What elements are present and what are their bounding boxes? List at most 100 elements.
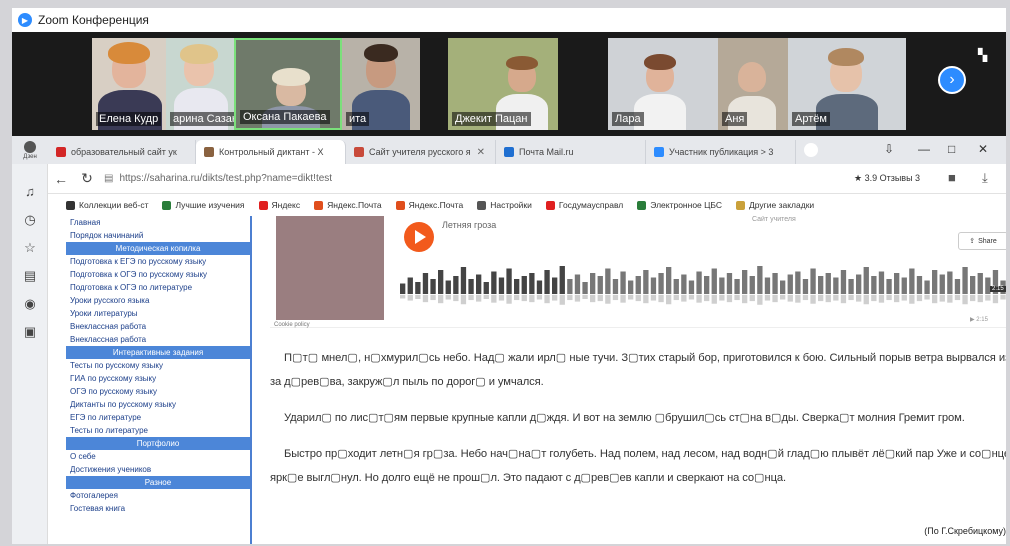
bookmark-item[interactable]: Госдумаусправл [545,200,623,210]
waveform-reflection [802,294,809,301]
star-icon[interactable]: ☆ [22,240,38,256]
play-button[interactable] [404,222,434,252]
bookmark-item[interactable]: Яндекс.Почта [314,200,382,210]
browser-tab[interactable]: Почта Mail.ru [496,140,646,164]
participant-tile[interactable]: Елена Кудр [92,38,166,130]
new-tab-icon[interactable] [804,143,818,157]
site-rating-badge[interactable]: ★ 3.9 Отзывы 3 [854,173,920,184]
waveform-reflection [400,294,406,299]
close-window-icon[interactable]: ✕ [978,142,988,156]
bookmark-favicon-icon [637,200,647,210]
nav-link[interactable]: Уроки русского языка [66,294,250,307]
nav-link[interactable]: Подготовка к ОГЭ по литературе [66,281,250,294]
waveform-bar [643,270,649,294]
waveform-bar [453,276,459,294]
bookmark-icon[interactable]: ■ [948,170,956,185]
view-mode-icon[interactable]: ▚ [978,48,994,62]
chevron-right-icon: › [949,71,955,88]
waveform-reflection [597,294,603,302]
bookmark-favicon-icon [258,200,268,210]
waveform-reflection [673,294,679,301]
bookmark-item[interactable]: Яндекс [258,200,300,210]
waveform-bar [878,271,885,294]
participant-tile[interactable]: арина Сазан [166,38,234,130]
panel-icon[interactable]: ▣ [22,324,38,340]
zoom-title: Zoom Конференция [38,13,149,27]
waveform-bar [567,279,573,294]
bookmark-favicon-icon [395,200,405,210]
nav-link[interactable]: Тесты по русскому языку [66,359,250,372]
browser-tab[interactable]: Сайт учителя русского я ✕ [346,140,496,164]
nav-link[interactable]: Внеклассная работа [66,320,250,333]
waveform-reflection [529,294,535,303]
bookmark-item[interactable]: Яндекс.Почта [395,200,463,210]
participant-tile-active[interactable]: Оксана Пакаева [234,38,342,130]
reload-icon[interactable]: ↻ [74,170,100,187]
participant-tile[interactable]: Аня [718,38,788,130]
waveform-reflection [810,294,816,304]
nav-link[interactable]: Главная [66,216,250,229]
waveform-bar [574,274,581,294]
nav-link[interactable]: Подготовка к ОГЭ по русскому языку [66,268,250,281]
share-button[interactable]: ⇪ Share [958,232,1006,250]
nav-link[interactable]: Подготовка к ЕГЭ по русскому языку [66,255,250,268]
browser-tab[interactable]: Участник публикация > 3 [646,140,796,164]
yandex-logo[interactable]: Дзен [12,136,48,164]
waveform-reflection [947,294,953,303]
play-icon [415,230,426,244]
waveform-reflection [635,294,641,302]
tabs-menu-icon[interactable]: ⇩ [884,142,894,156]
waveform-reflection [476,294,482,302]
participant-tile[interactable]: ита [342,38,420,130]
bookmark-item[interactable]: Коллекции веб-ст [66,200,148,210]
close-tab-icon[interactable]: ✕ [477,147,485,158]
nav-link[interactable]: ГИА по русскому языку [66,372,250,385]
nav-link[interactable]: Уроки литературы [66,307,250,320]
share-label: Share [978,237,997,245]
bookmark-item[interactable]: Другие закладки [736,200,814,210]
audio-waveform[interactable] [400,266,1006,306]
waveform-reflection [681,294,687,302]
nav-link[interactable]: ЕГЭ по литературе [66,411,250,424]
yandex-sidebar: ♫ ◷ ☆ ▤ ◉ ▣ [12,164,48,544]
browser-tab[interactable]: образовательный сайт ук [48,140,196,164]
participant-tile[interactable]: Лара [608,38,718,130]
nav-link[interactable]: Достижения учеников [66,463,250,476]
minimize-icon[interactable]: — [918,142,930,156]
participant-tile[interactable]: Джекит Пацан [448,38,558,130]
waveform-reflection [415,294,421,299]
nav-link[interactable]: Фотогалерея [66,489,250,502]
bookmark-item[interactable]: Настройки [477,200,532,210]
participant-tile[interactable]: Артём [788,38,906,130]
notes-icon[interactable]: ▤ [22,268,38,284]
participant-name: Елена Кудр [96,112,162,126]
waveform-bar [932,270,938,294]
back-arrow-icon[interactable]: ← [48,171,74,187]
bookmark-item[interactable]: Электронное ЦБС [637,200,722,210]
bookmark-item[interactable]: Лучшие изучения [162,200,245,210]
waveform-reflection [840,294,847,304]
waveform-reflection [764,294,771,301]
music-icon[interactable]: ◉ [22,296,38,312]
cookie-policy-link[interactable]: Cookie policy [274,322,310,328]
next-participants-button[interactable]: › [938,66,966,94]
waveform-reflection [962,294,968,305]
nav-link[interactable]: ОГЭ по русскому языку [66,385,250,398]
participant-face [738,62,766,92]
maximize-icon[interactable]: □ [948,142,955,156]
bell-icon[interactable]: ♫ [22,184,38,200]
nav-link[interactable]: Внеклассная работа [66,333,250,346]
participant-name: Джекит Пацан [452,112,531,126]
history-icon[interactable]: ◷ [22,212,38,228]
nav-link[interactable]: О себе [66,450,250,463]
nav-link[interactable]: Гостевая книга [66,502,250,515]
nav-link[interactable]: Порядок начинаний [66,229,250,242]
browser-tab-active[interactable]: Контрольный диктант - X [196,140,346,164]
url-field[interactable]: https://saharina.ru/dikts/test.php?name=… [119,173,639,184]
download-icon[interactable]: ⤓ [982,170,988,186]
nav-link[interactable]: Диктанты по русскому языку [66,398,250,411]
nav-link[interactable]: Тесты по литературе [66,424,250,437]
waveform-bar [924,280,930,294]
tab-label: Сайт учителя русского я [369,147,471,157]
waveform-bar [476,274,482,294]
